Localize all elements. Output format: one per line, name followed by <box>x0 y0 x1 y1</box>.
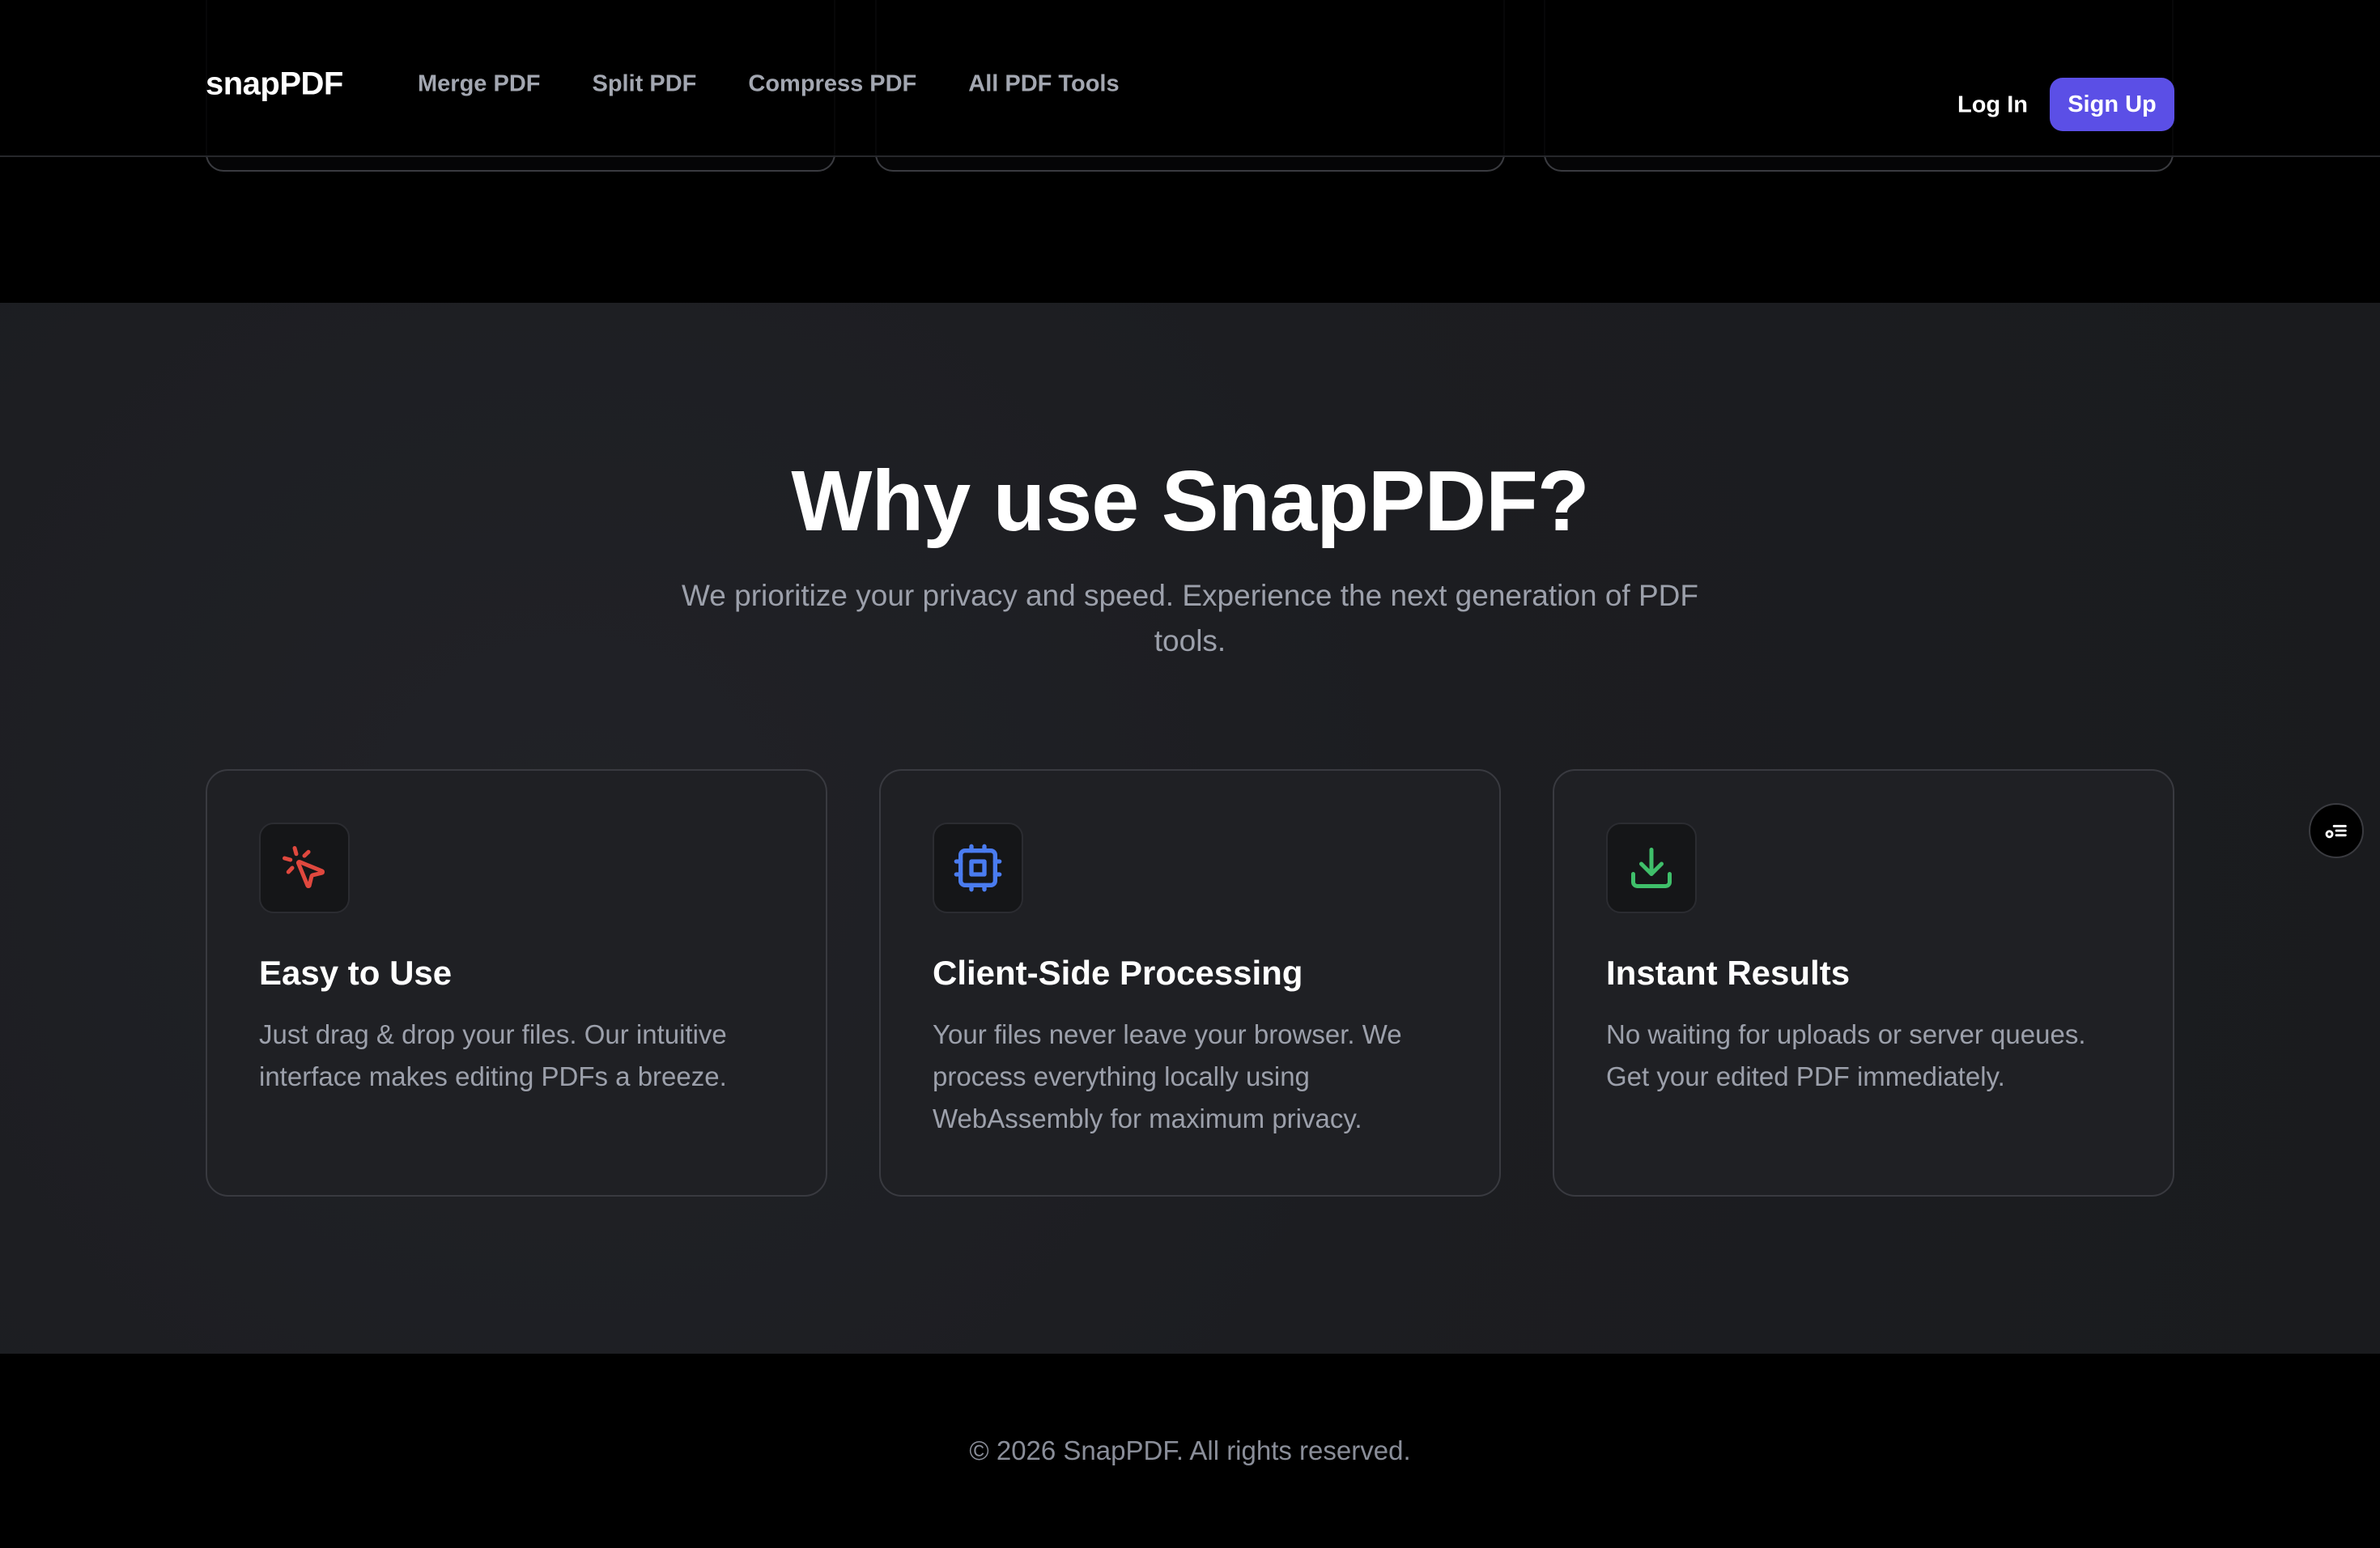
signup-button[interactable]: Sign Up <box>2050 78 2174 131</box>
cpu-chip-icon <box>933 823 1023 913</box>
brand-logo[interactable]: snapPDF <box>206 66 343 103</box>
features-heading: Why use SnapPDF? <box>791 453 1589 549</box>
nav-link-merge-pdf[interactable]: Merge PDF <box>418 71 540 98</box>
feature-card-easy-to-use: Easy to Use Just drag & drop your files.… <box>206 769 827 1197</box>
top-navbar: snapPDF Merge PDF Split PDF Compress PDF… <box>0 0 2380 157</box>
features-subtitle: We prioritize your privacy and speed. Ex… <box>682 579 1698 657</box>
nav-link-all-pdf-tools[interactable]: All PDF Tools <box>968 71 1119 98</box>
nav-link-split-pdf[interactable]: Split PDF <box>592 71 696 98</box>
page-footer: © 2026 SnapPDF. All rights reserved. <box>0 1354 2380 1548</box>
feature-title: Client-Side Processing <box>933 954 1303 992</box>
floating-menu-button[interactable] <box>2309 803 2364 858</box>
login-link[interactable]: Log In <box>1957 92 2028 119</box>
copyright-text: © 2026 SnapPDF. All rights reserved. <box>969 1435 1411 1465</box>
feature-card-instant-results: Instant Results No waiting for uploads o… <box>1553 769 2174 1197</box>
features-section: Why use SnapPDF? We prioritize your priv… <box>0 303 2380 1354</box>
feature-card-client-side-processing: Client-Side Processing Your files never … <box>879 769 1501 1197</box>
feature-description: Your files never leave your browser. We … <box>933 1019 1402 1133</box>
list-toggle-icon <box>2325 824 2347 839</box>
feature-description: Just drag & drop your files. Our intuiti… <box>259 1019 727 1091</box>
download-icon <box>1606 823 1697 913</box>
nav-link-compress-pdf[interactable]: Compress PDF <box>748 71 916 98</box>
feature-title: Easy to Use <box>259 954 453 992</box>
feature-description: No waiting for uploads or server queues.… <box>1606 1019 2086 1091</box>
pointer-click-icon <box>259 823 350 913</box>
feature-title: Instant Results <box>1606 954 1851 992</box>
nav-links: Merge PDF Split PDF Compress PDF All PDF… <box>418 71 1120 98</box>
